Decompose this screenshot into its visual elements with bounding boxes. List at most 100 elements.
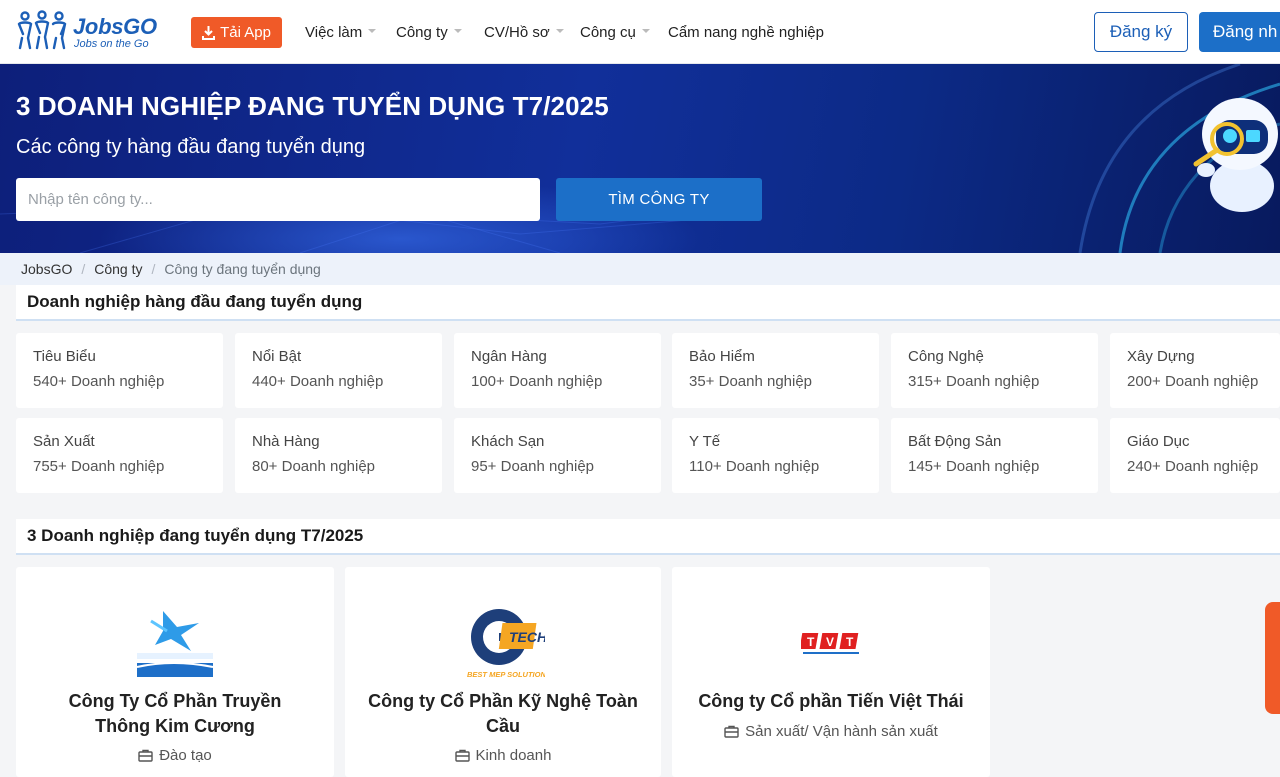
company-logo: TECH BEST MEP SOLUTIONS (345, 603, 661, 683)
company-card[interactable]: T V T Công ty Cổ phần Tiến Việt Thái Sản… (672, 567, 990, 777)
category-card-y-te[interactable]: Y Tế 110+ Doanh nghiệp (672, 418, 879, 493)
industry-label: Đào tạo (159, 747, 212, 764)
category-name: Bảo Hiểm (689, 348, 755, 365)
category-count: 755+ Doanh nghiệp (33, 458, 165, 475)
download-icon (202, 25, 216, 40)
category-name: Công Nghệ (908, 348, 984, 365)
company-card[interactable]: Công Ty Cổ Phần Truyền Thông Kim Cương Đ… (16, 567, 334, 777)
download-app-label: Tải App (220, 24, 271, 41)
category-name: Bất Động Sản (908, 433, 1002, 450)
category-card-tieu-bieu[interactable]: Tiêu Biểu 540+ Doanh nghiệp (16, 333, 223, 408)
chevron-down-icon (368, 29, 377, 33)
floating-side-tab[interactable] (1265, 602, 1280, 714)
category-card-giao-duc[interactable]: Giáo Dục 240+ Doanh nghiệp (1110, 418, 1280, 493)
category-count: 315+ Doanh nghiệp (908, 373, 1040, 390)
category-card-noi-bat[interactable]: Nổi Bật 440+ Doanh nghiệp (235, 333, 442, 408)
category-count: 540+ Doanh nghiệp (33, 373, 165, 390)
company-name: Công Ty Cổ Phần Truyền Thông Kim Cương (36, 689, 314, 739)
company-industry: Kinh doanh (345, 747, 661, 764)
nav-label: Việc làm (305, 23, 363, 41)
category-name: Nổi Bật (252, 348, 302, 365)
nav-cong-ty[interactable]: Công ty (396, 0, 462, 64)
category-card-ngan-hang[interactable]: Ngân Hàng 100+ Doanh nghiệp (454, 333, 661, 408)
industry-label: Kinh doanh (475, 747, 552, 764)
brand-tagline: Jobs on the Go (74, 38, 149, 50)
category-card-khach-san[interactable]: Khách Sạn 95+ Doanh nghiệp (454, 418, 661, 493)
nav-label: Cẩm nang nghề nghiệp (668, 23, 824, 41)
svg-text:V: V (826, 635, 834, 649)
hero-banner: 3 DOANH NGHIỆP ĐANG TUYỂN DỤNG T7/2025 C… (0, 64, 1280, 253)
breadcrumb-separator: / (151, 261, 156, 277)
breadcrumb-separator: / (81, 261, 86, 277)
breadcrumb-company-link[interactable]: Công ty (94, 261, 142, 277)
nav-cong-cu[interactable]: Công cụ (580, 0, 650, 64)
nav-viec-lam[interactable]: Việc làm (305, 0, 377, 64)
diamond-media-logo-icon (136, 611, 214, 677)
company-search-input[interactable] (16, 178, 540, 221)
company-name-line: Cầu (485, 716, 520, 736)
chevron-down-icon (555, 29, 564, 33)
category-name: Giáo Dục (1127, 433, 1190, 450)
category-card-xay-dung[interactable]: Xây Dựng 200+ Doanh nghiệp (1110, 333, 1280, 408)
company-name-line: Công ty Cổ Phần Kỹ Nghệ Toàn (368, 691, 638, 711)
tvt-logo-icon: T V T (801, 633, 859, 654)
category-name: Sản Xuất (33, 433, 95, 450)
svg-text:T: T (807, 635, 815, 649)
chevron-down-icon (641, 29, 650, 33)
category-card-nha-hang[interactable]: Nhà Hàng 80+ Doanh nghiệp (235, 418, 442, 493)
category-count: 240+ Doanh nghiệp (1127, 458, 1259, 475)
category-card-cong-nghe[interactable]: Công Nghệ 315+ Doanh nghiệp (891, 333, 1098, 408)
category-name: Nhà Hàng (252, 433, 320, 450)
company-name-line: Công ty Cổ phần Tiến Việt Thái (698, 691, 964, 711)
login-button[interactable]: Đăng nh (1199, 12, 1280, 52)
category-name: Y Tế (689, 433, 721, 450)
category-card-bat-dong-san[interactable]: Bất Động Sản 145+ Doanh nghiệp (891, 418, 1098, 493)
category-count: 80+ Doanh nghiệp (252, 458, 376, 475)
page-title: 3 DOANH NGHIỆP ĐANG TUYỂN DỤNG T7/2025 (16, 91, 609, 121)
category-card-bao-hiem[interactable]: Bảo Hiểm 35+ Doanh nghiệp (672, 333, 879, 408)
category-count: 35+ Doanh nghiệp (689, 373, 813, 390)
briefcase-icon (138, 749, 153, 762)
nav-cam-nang[interactable]: Cẩm nang nghề nghiệp (668, 0, 824, 64)
company-name: Công ty Cổ Phần Kỹ Nghệ Toàn Cầu (365, 689, 641, 739)
category-name: Khách Sạn (471, 433, 545, 450)
download-app-button[interactable]: Tải App (191, 17, 282, 48)
company-card[interactable]: TECH BEST MEP SOLUTIONS Công ty Cổ Phần … (345, 567, 661, 777)
nav-label: Công ty (396, 23, 448, 41)
jobsgo-logo[interactable]: JobsGO Jobs on the Go (16, 8, 166, 54)
chevron-down-icon (453, 29, 462, 33)
breadcrumb: JobsGO / Công ty / Công ty đang tuyển dụ… (0, 253, 1280, 285)
category-card-san-xuat[interactable]: Sản Xuất 755+ Doanh nghiệp (16, 418, 223, 493)
company-industry: Sản xuất/ Vận hành sản xuất (672, 723, 990, 740)
breadcrumb-home-link[interactable]: JobsGO (21, 261, 72, 277)
briefcase-icon (724, 725, 739, 738)
nav-cv-ho-so[interactable]: CV/Hồ sơ (484, 0, 564, 64)
category-count: 200+ Doanh nghiệp (1127, 373, 1259, 390)
category-name: Tiêu Biểu (33, 348, 96, 365)
company-industry: Đào tạo (16, 747, 334, 764)
company-logo (16, 603, 334, 683)
category-count: 100+ Doanh nghiệp (471, 373, 603, 390)
category-name: Xây Dựng (1127, 348, 1195, 365)
industry-label: Sản xuất/ Vận hành sản xuất (745, 723, 938, 740)
top-companies-section-title: Doanh nghiệp hàng đầu đang tuyển dụng (16, 285, 1280, 321)
breadcrumb-current: Công ty đang tuyển dụng (164, 261, 321, 277)
register-button[interactable]: Đăng ký (1094, 12, 1188, 52)
category-count: 145+ Doanh nghiệp (908, 458, 1040, 475)
category-count: 110+ Doanh nghiệp (689, 458, 820, 475)
page-subtitle: Các công ty hàng đầu đang tuyển dụng (16, 136, 366, 158)
category-count: 440+ Doanh nghiệp (252, 373, 384, 390)
company-name: Công ty Cổ phần Tiến Việt Thái (692, 689, 970, 714)
top-header: JobsGO Jobs on the Go Tải App Việc làm C… (0, 0, 1280, 64)
nav-label: Công cụ (580, 23, 636, 41)
gtech-logo-icon: TECH BEST MEP SOLUTIONS (467, 609, 545, 679)
company-logo: T V T (672, 603, 990, 683)
search-company-button[interactable]: TÌM CÔNG TY (556, 178, 762, 221)
people-logo-icon (17, 10, 67, 50)
robot-mascot-icon (1193, 98, 1278, 212)
svg-text:BEST MEP SOLUTIONS: BEST MEP SOLUTIONS (467, 670, 545, 679)
company-name-line: Thông Kim Cương (95, 716, 255, 736)
category-count: 95+ Doanh nghiệp (471, 458, 595, 475)
category-name: Ngân Hàng (471, 348, 547, 365)
nav-label: CV/Hồ sơ (484, 23, 550, 41)
